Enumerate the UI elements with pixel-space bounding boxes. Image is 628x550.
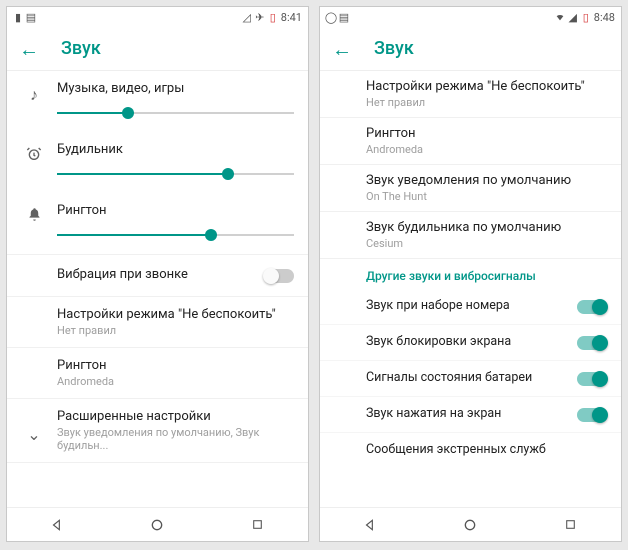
dnd-row[interactable]: Настройки режима "Не беспокоить" Нет пра…	[320, 71, 621, 118]
section-other-sounds: Другие звуки и вибросигналы	[320, 259, 621, 289]
notif-icon: ◯	[326, 11, 336, 23]
ringtone-title: Рингтон	[366, 126, 607, 141]
phone-left: ▮ ▤ ◿ ✈ ▯ 8:41 ← Звук ♪ Музыка, видео, и…	[6, 6, 309, 542]
appbar-title: Звук	[61, 38, 101, 59]
slider-ring-track[interactable]	[57, 226, 294, 244]
emergency-row[interactable]: Сообщения экстренных служб	[320, 433, 621, 468]
advanced-sub: Звук уведомления по умолчанию, Звук буди…	[57, 426, 294, 452]
toggle-screenlock[interactable]: Звук блокировки экрана	[320, 325, 621, 361]
ringtone-row[interactable]: Рингтон Andromeda	[7, 348, 308, 399]
vibrate-switch[interactable]	[264, 269, 294, 283]
battery-icon: ▯	[268, 11, 278, 23]
bell-icon	[17, 203, 51, 222]
alarm-sub: Cesium	[366, 237, 607, 250]
back-icon[interactable]: ←	[332, 39, 352, 59]
toggle-touch[interactable]: Звук нажатия на экран	[320, 397, 621, 433]
slider-media-track[interactable]	[57, 104, 294, 122]
toggle-dialpad[interactable]: Звук при наборе номера	[320, 289, 621, 325]
alarm-clock-icon	[17, 142, 51, 162]
alarm-sound-row[interactable]: Звук будильника по умолчанию Cesium	[320, 212, 621, 259]
battery-small-icon: ▮	[13, 11, 23, 23]
nav-back-icon[interactable]	[361, 516, 379, 534]
nav-back-icon[interactable]	[48, 516, 66, 534]
advanced-title: Расширенные настройки	[57, 409, 294, 424]
slider-ring: Рингтон	[7, 193, 308, 255]
slider-alarm-track[interactable]	[57, 165, 294, 183]
back-icon[interactable]: ←	[19, 39, 39, 59]
toggle-switch[interactable]	[577, 336, 607, 350]
no-sim-icon: ◿	[242, 11, 252, 23]
ringtone-row[interactable]: Рингтон Andromeda	[320, 118, 621, 165]
toggle-label: Звук нажатия на экран	[366, 406, 501, 421]
nav-home-icon[interactable]	[461, 516, 479, 534]
appbar-title: Звук	[374, 38, 414, 59]
notif-title: Звук уведомления по умолчанию	[366, 173, 607, 188]
toggle-switch[interactable]	[577, 300, 607, 314]
vibrate-row[interactable]: Вибрация при звонке	[7, 255, 308, 297]
nav-recents-icon[interactable]	[562, 516, 580, 534]
ringtone-sub: Andromeda	[366, 143, 607, 156]
airplane-icon: ✈	[255, 11, 265, 23]
dnd-title: Настройки режима "Не беспокоить"	[57, 307, 294, 322]
toggle-battery[interactable]: Сигналы состояния батареи	[320, 361, 621, 397]
appbar: ← Звук	[320, 27, 621, 71]
slider-media: ♪ Музыка, видео, игры	[7, 71, 308, 132]
content: ♪ Музыка, видео, игры Будильник	[7, 71, 308, 507]
appbar: ← Звук	[7, 27, 308, 71]
toggle-label: Сигналы состояния батареи	[366, 370, 532, 385]
dnd-row[interactable]: Настройки режима "Не беспокоить" Нет пра…	[7, 297, 308, 348]
ringtone-sub: Andromeda	[57, 375, 294, 388]
advanced-row[interactable]: ⌄ Расширенные настройки Звук уведомления…	[7, 399, 308, 463]
alarm-title: Звук будильника по умолчанию	[366, 220, 607, 235]
toggle-switch[interactable]	[577, 408, 607, 422]
toggle-label: Звук блокировки экрана	[366, 334, 511, 349]
slider-alarm: Будильник	[7, 132, 308, 193]
ringtone-title: Рингтон	[57, 358, 294, 373]
vibrate-label: Вибрация при звонке	[57, 267, 188, 282]
sdcard-icon: ▤	[26, 11, 36, 23]
statusbar: ◯ ▤ ◢ ▯ 8:48	[320, 7, 621, 27]
battery-icon: ▯	[581, 11, 591, 23]
statusbar-time: 8:48	[594, 11, 615, 24]
statusbar: ▮ ▤ ◿ ✈ ▯ 8:41	[7, 7, 308, 27]
dnd-title: Настройки режима "Не беспокоить"	[366, 79, 607, 94]
music-note-icon: ♪	[17, 81, 51, 105]
notif-sub: On The Hunt	[366, 190, 607, 203]
signal-icon: ◢	[568, 11, 578, 23]
navbar	[7, 507, 308, 541]
wifi-icon	[555, 11, 565, 23]
content: Настройки режима "Не беспокоить" Нет пра…	[320, 71, 621, 507]
slider-label: Музыка, видео, игры	[57, 81, 294, 96]
navbar	[320, 507, 621, 541]
sdcard-icon: ▤	[339, 11, 349, 23]
dnd-sub: Нет правил	[57, 324, 294, 337]
dnd-sub: Нет правил	[366, 96, 607, 109]
chevron-down-icon: ⌄	[17, 417, 51, 444]
toggle-label: Звук при наборе номера	[366, 298, 510, 313]
notif-sound-row[interactable]: Звук уведомления по умолчанию On The Hun…	[320, 165, 621, 212]
phone-right: ◯ ▤ ◢ ▯ 8:48 ← Звук Настройки режима "Не…	[319, 6, 622, 542]
emergency-label: Сообщения экстренных служб	[366, 442, 546, 457]
nav-home-icon[interactable]	[148, 516, 166, 534]
nav-recents-icon[interactable]	[249, 516, 267, 534]
toggle-switch[interactable]	[577, 372, 607, 386]
slider-label: Рингтон	[57, 203, 294, 218]
statusbar-time: 8:41	[281, 11, 302, 24]
slider-label: Будильник	[57, 142, 294, 157]
